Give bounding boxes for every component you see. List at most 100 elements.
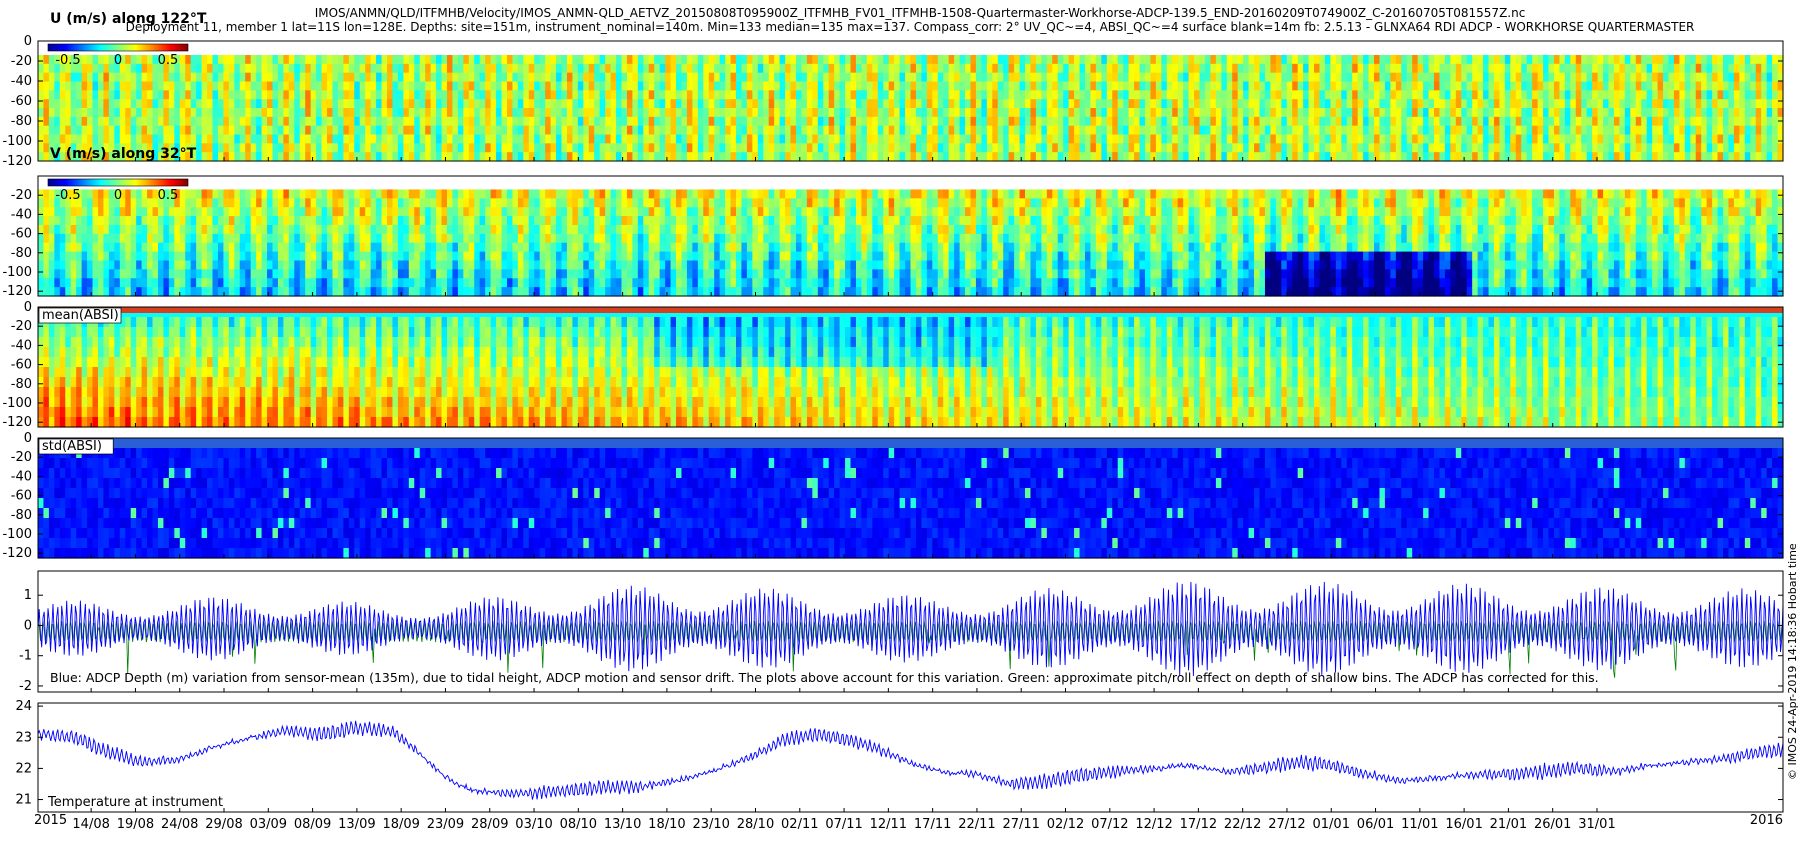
heatmap-cell bbox=[959, 63, 966, 74]
heatmap-cell bbox=[147, 134, 154, 144]
heatmap-cell bbox=[1297, 143, 1304, 153]
heatmap-cell bbox=[654, 134, 661, 144]
heatmap-cell bbox=[545, 242, 552, 253]
heatmap-cell bbox=[812, 134, 819, 144]
heatmap-cell bbox=[970, 99, 977, 109]
heatmap-cell bbox=[408, 207, 415, 217]
heatmap-cell bbox=[283, 233, 290, 244]
heatmap-cell bbox=[316, 198, 323, 208]
heatmap-cell bbox=[1074, 108, 1081, 118]
heatmap-cell bbox=[310, 269, 317, 279]
heatmap-cell bbox=[408, 242, 415, 253]
heatmap-cell bbox=[130, 269, 137, 279]
heatmap-cell bbox=[316, 287, 323, 297]
heatmap-cell bbox=[392, 81, 399, 91]
heatmap-cell bbox=[790, 63, 797, 74]
heatmap-cell bbox=[1074, 152, 1081, 162]
heatmap-cell bbox=[381, 134, 388, 144]
heatmap-cell bbox=[141, 125, 148, 136]
heatmap-cell bbox=[1744, 99, 1751, 109]
heatmap-cell bbox=[556, 99, 563, 109]
heatmap-cell bbox=[267, 143, 274, 153]
heatmap-cell bbox=[136, 251, 143, 262]
heatmap-cell bbox=[545, 125, 552, 136]
heatmap-cell bbox=[463, 90, 470, 100]
heatmap-cell bbox=[321, 125, 328, 136]
heatmap-cell bbox=[1401, 90, 1408, 100]
heatmap-cell bbox=[1281, 116, 1288, 127]
heatmap-cell bbox=[1613, 143, 1620, 153]
heatmap-cell bbox=[1210, 134, 1217, 144]
heatmap-cell bbox=[512, 125, 519, 136]
heatmap-cell bbox=[403, 134, 410, 144]
heatmap-cell bbox=[430, 278, 437, 288]
heatmap-cell bbox=[1215, 72, 1222, 83]
heatmap-cell bbox=[261, 152, 268, 162]
heatmap-cell bbox=[468, 269, 475, 279]
heatmap-cell bbox=[365, 63, 372, 74]
heatmap-cell bbox=[81, 233, 88, 244]
heatmap-cell bbox=[1434, 125, 1441, 136]
heatmap-cell bbox=[1308, 108, 1315, 118]
heatmap-cell bbox=[179, 269, 186, 279]
heatmap-cell bbox=[654, 72, 661, 83]
heatmap-cell bbox=[485, 198, 492, 208]
heatmap-cell bbox=[1728, 55, 1735, 65]
heatmap-cell bbox=[1046, 125, 1053, 136]
heatmap-cell bbox=[1521, 55, 1528, 65]
heatmap-cell bbox=[1003, 143, 1010, 153]
heatmap-cell bbox=[736, 72, 743, 83]
heatmap-cell bbox=[1379, 63, 1386, 74]
heatmap-cell bbox=[1450, 99, 1457, 109]
heatmap-cell bbox=[741, 134, 748, 144]
heatmap-cell bbox=[752, 99, 759, 109]
heatmap-cell bbox=[1025, 72, 1032, 83]
heatmap-cell bbox=[528, 125, 535, 136]
heatmap-cell bbox=[1226, 125, 1233, 136]
heatmap-cell bbox=[485, 143, 492, 153]
heatmap-cell bbox=[272, 224, 279, 235]
heatmap-cell bbox=[185, 207, 192, 217]
heatmap-cell bbox=[299, 251, 306, 262]
heatmap-cell bbox=[1172, 72, 1179, 83]
heatmap-cell bbox=[1085, 99, 1092, 109]
heatmap-cell bbox=[256, 224, 263, 235]
heatmap-cell bbox=[430, 55, 437, 65]
heatmap-cell bbox=[288, 207, 295, 217]
heatmap-cell bbox=[517, 99, 524, 109]
heatmap-cell bbox=[332, 216, 339, 226]
heatmap-cell bbox=[147, 269, 154, 279]
heatmap-cell bbox=[441, 152, 448, 162]
heatmap-cell bbox=[1286, 99, 1293, 109]
heatmap-cell bbox=[414, 216, 421, 226]
heatmap-cell bbox=[408, 143, 415, 153]
heatmap-cell bbox=[1074, 90, 1081, 100]
heatmap-cell bbox=[185, 198, 192, 208]
heatmap-cell bbox=[1510, 108, 1517, 118]
heatmap-cell bbox=[725, 63, 732, 74]
heatmap-cell bbox=[1553, 134, 1561, 144]
heatmap-cell bbox=[1101, 108, 1108, 118]
heatmap-cell bbox=[1155, 125, 1162, 136]
heatmap-cell bbox=[299, 189, 306, 199]
heatmap-cell bbox=[332, 189, 339, 199]
heatmap-cell bbox=[87, 72, 94, 83]
heatmap-cell bbox=[474, 189, 481, 199]
heatmap-cell bbox=[92, 63, 99, 74]
heatmap-cell bbox=[670, 63, 677, 74]
heatmap-cell bbox=[894, 134, 901, 144]
heatmap-cell bbox=[654, 125, 661, 136]
heatmap-cell bbox=[277, 198, 284, 208]
heatmap-cell bbox=[708, 143, 715, 153]
heatmap-cell bbox=[414, 134, 421, 144]
heatmap-cell bbox=[1532, 55, 1539, 65]
heatmap-cell bbox=[376, 278, 383, 288]
heatmap-cell bbox=[1308, 152, 1315, 162]
heatmap-cell bbox=[245, 125, 252, 136]
heatmap-cell bbox=[185, 189, 192, 199]
heatmap-cell bbox=[223, 99, 230, 109]
heatmap-cell bbox=[774, 81, 781, 91]
heatmap-cell bbox=[686, 134, 693, 144]
heatmap-cell bbox=[817, 152, 824, 162]
heatmap-cell bbox=[387, 251, 394, 262]
